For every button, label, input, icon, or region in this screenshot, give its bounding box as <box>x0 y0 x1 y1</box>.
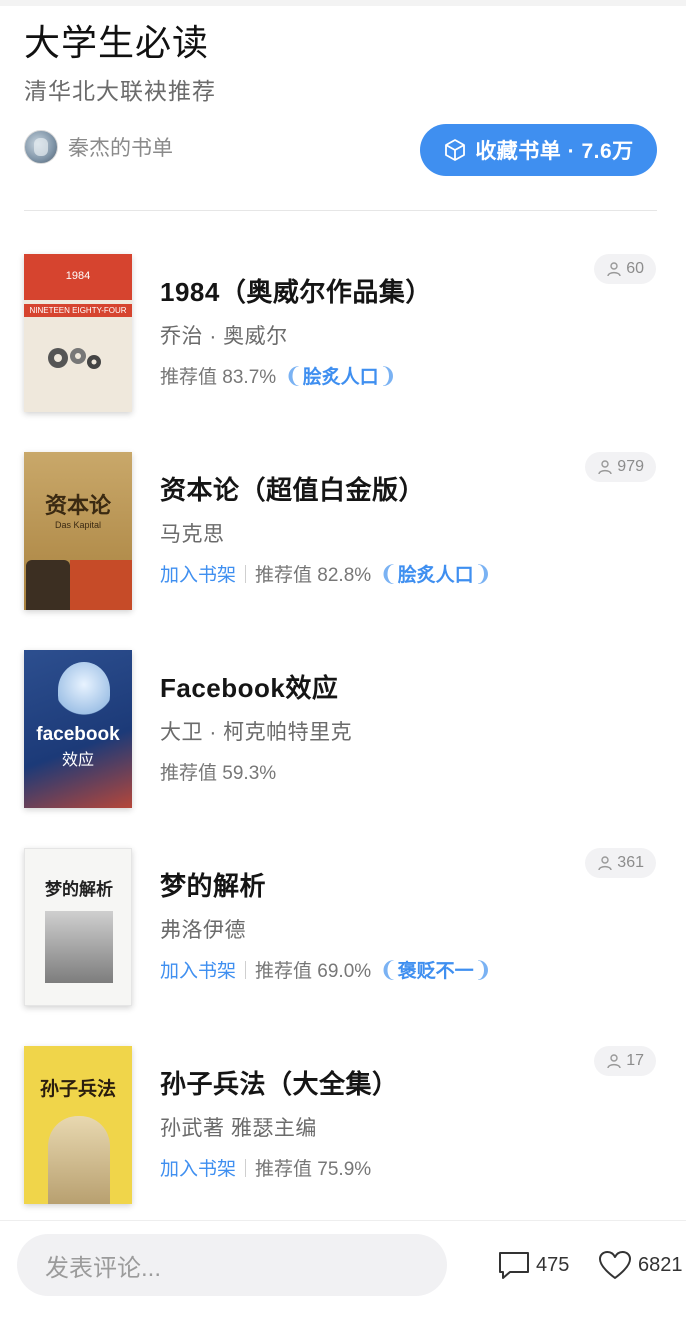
laurel-left-icon: ❨ <box>379 560 398 586</box>
recommend-score: 推荐值 59.3% <box>160 763 277 784</box>
book-author: 孙武著 雅瑟主编 <box>160 1117 317 1140</box>
add-to-shelf-link[interactable]: 加入书架 <box>160 1154 236 1181</box>
cover-title: 孙子兵法 <box>39 1078 116 1100</box>
badge-label: 褒贬不一 <box>397 961 474 982</box>
book-title[interactable]: Facebook效应 <box>160 668 338 705</box>
recommend-score: 推荐值 75.9% <box>255 1159 372 1180</box>
book-author: 大卫 · 柯克帕特里克 <box>160 721 353 744</box>
cube-icon <box>445 139 466 161</box>
laurel-right-icon: ❩ <box>378 362 398 388</box>
favorite-booklist-button[interactable]: 收藏书单 · 7.6万 <box>420 124 657 176</box>
readers-count: 979 <box>585 452 656 482</box>
book-item[interactable]: 梦的解析 梦的解析 弗洛伊德 加入书架 推荐值 69.0% ❨ 褒贬不一 ❩ 3… <box>0 848 686 1018</box>
cover-title: facebook <box>36 724 120 745</box>
book-title[interactable]: 资本论（超值白金版） <box>160 470 425 507</box>
meta-separator <box>245 1158 247 1177</box>
top-strip <box>0 0 686 6</box>
like-button[interactable]: 6821 <box>598 1246 683 1284</box>
laurel-left-icon: ❨ <box>284 362 303 388</box>
gears-illustration <box>48 348 101 369</box>
book-meta: 加入书架 推荐值 75.9% <box>160 1154 371 1181</box>
book-title[interactable]: 1984（奥威尔作品集） <box>160 272 432 309</box>
book-cover[interactable]: facebook 效应 <box>24 650 132 808</box>
book-item[interactable]: facebook 效应 Facebook效应 大卫 · 柯克帕特里克 推荐值 5… <box>0 650 686 820</box>
laurel-left-icon: ❨ <box>379 956 398 982</box>
comments-button[interactable]: 475 <box>498 1246 569 1284</box>
book-author: 马克思 <box>160 523 225 546</box>
book-cover[interactable]: 梦的解析 <box>24 848 132 1006</box>
divider <box>24 210 657 211</box>
heart-icon <box>599 1251 631 1279</box>
page-subtitle: 清华北大联袂推荐 <box>24 78 216 104</box>
readers-count: 60 <box>594 254 656 284</box>
person-icon <box>607 262 621 277</box>
badge-label: 脍炙人口 <box>302 367 379 388</box>
cover-title: 资本论 <box>44 493 111 519</box>
book-author: 乔治 · 奥威尔 <box>160 325 288 348</box>
badge: ❨ 褒贬不一 ❩ <box>379 956 492 983</box>
booklist-author[interactable]: 秦杰的书单 <box>24 130 173 164</box>
recommend-score: 推荐值 82.8% <box>255 565 372 586</box>
like-count: 6821 <box>638 1253 683 1276</box>
book-item[interactable]: 孙子兵法 孙子兵法（大全集） 孙武著 雅瑟主编 加入书架 推荐值 75.9% 1… <box>0 1046 686 1216</box>
person-icon <box>598 460 612 475</box>
add-to-shelf-link[interactable]: 加入书架 <box>160 956 236 983</box>
book-meta: 加入书架 推荐值 69.0% ❨ 褒贬不一 ❩ <box>160 956 492 983</box>
book-meta: 加入书架 推荐值 82.8% ❨ 脍炙人口 ❩ <box>160 560 492 587</box>
comment-input[interactable]: 发表评论... <box>17 1234 447 1296</box>
recommend-score: 推荐值 69.0% <box>255 961 372 982</box>
recommend-score: 推荐值 83.7% <box>160 367 277 388</box>
book-cover[interactable]: 1984 NINETEEN EIGHTY-FOUR <box>24 254 132 412</box>
book-title[interactable]: 孙子兵法（大全集） <box>160 1064 399 1101</box>
book-item[interactable]: 资本论 Das Kapital 资本论（超值白金版） 马克思 加入书架 推荐值 … <box>0 452 686 622</box>
meta-separator <box>245 564 247 583</box>
page-title: 大学生必读 <box>24 22 210 63</box>
book-title[interactable]: 梦的解析 <box>160 866 266 903</box>
cover-subtitle: Das Kapital <box>54 520 102 530</box>
author-name[interactable]: 秦杰的书单 <box>68 132 173 162</box>
book-meta: 推荐值 83.7% ❨ 脍炙人口 ❩ <box>160 362 397 389</box>
readers-count: 361 <box>585 848 656 878</box>
laurel-right-icon: ❩ <box>473 560 493 586</box>
laurel-right-icon: ❩ <box>473 956 493 982</box>
badge-label: 脍炙人口 <box>397 565 474 586</box>
comment-icon <box>499 1252 529 1279</box>
book-cover[interactable]: 资本论 Das Kapital <box>24 452 132 610</box>
favorite-label: 收藏书单 · 7.6万 <box>475 140 634 163</box>
footer-divider <box>0 1220 686 1221</box>
avatar[interactable] <box>24 130 58 164</box>
add-to-shelf-link[interactable]: 加入书架 <box>160 560 236 587</box>
badge: ❨ 脍炙人口 ❩ <box>284 362 397 389</box>
cover-subtitle: 效应 <box>61 752 94 769</box>
book-author: 弗洛伊德 <box>160 919 246 942</box>
cover-subtitle: NINETEEN EIGHTY-FOUR <box>24 304 132 317</box>
cover-title: 1984 <box>65 270 91 282</box>
person-icon <box>607 1054 621 1069</box>
book-cover[interactable]: 孙子兵法 <box>24 1046 132 1204</box>
person-icon <box>598 856 612 871</box>
book-item[interactable]: 1984 NINETEEN EIGHTY-FOUR 1984（奥威尔作品集） 乔… <box>0 254 686 424</box>
badge: ❨ 脍炙人口 ❩ <box>379 560 492 587</box>
book-meta: 推荐值 59.3% <box>160 758 276 785</box>
readers-count: 17 <box>594 1046 656 1076</box>
cover-title: 梦的解析 <box>45 880 113 900</box>
comment-count: 475 <box>536 1253 570 1276</box>
meta-separator <box>245 960 247 979</box>
